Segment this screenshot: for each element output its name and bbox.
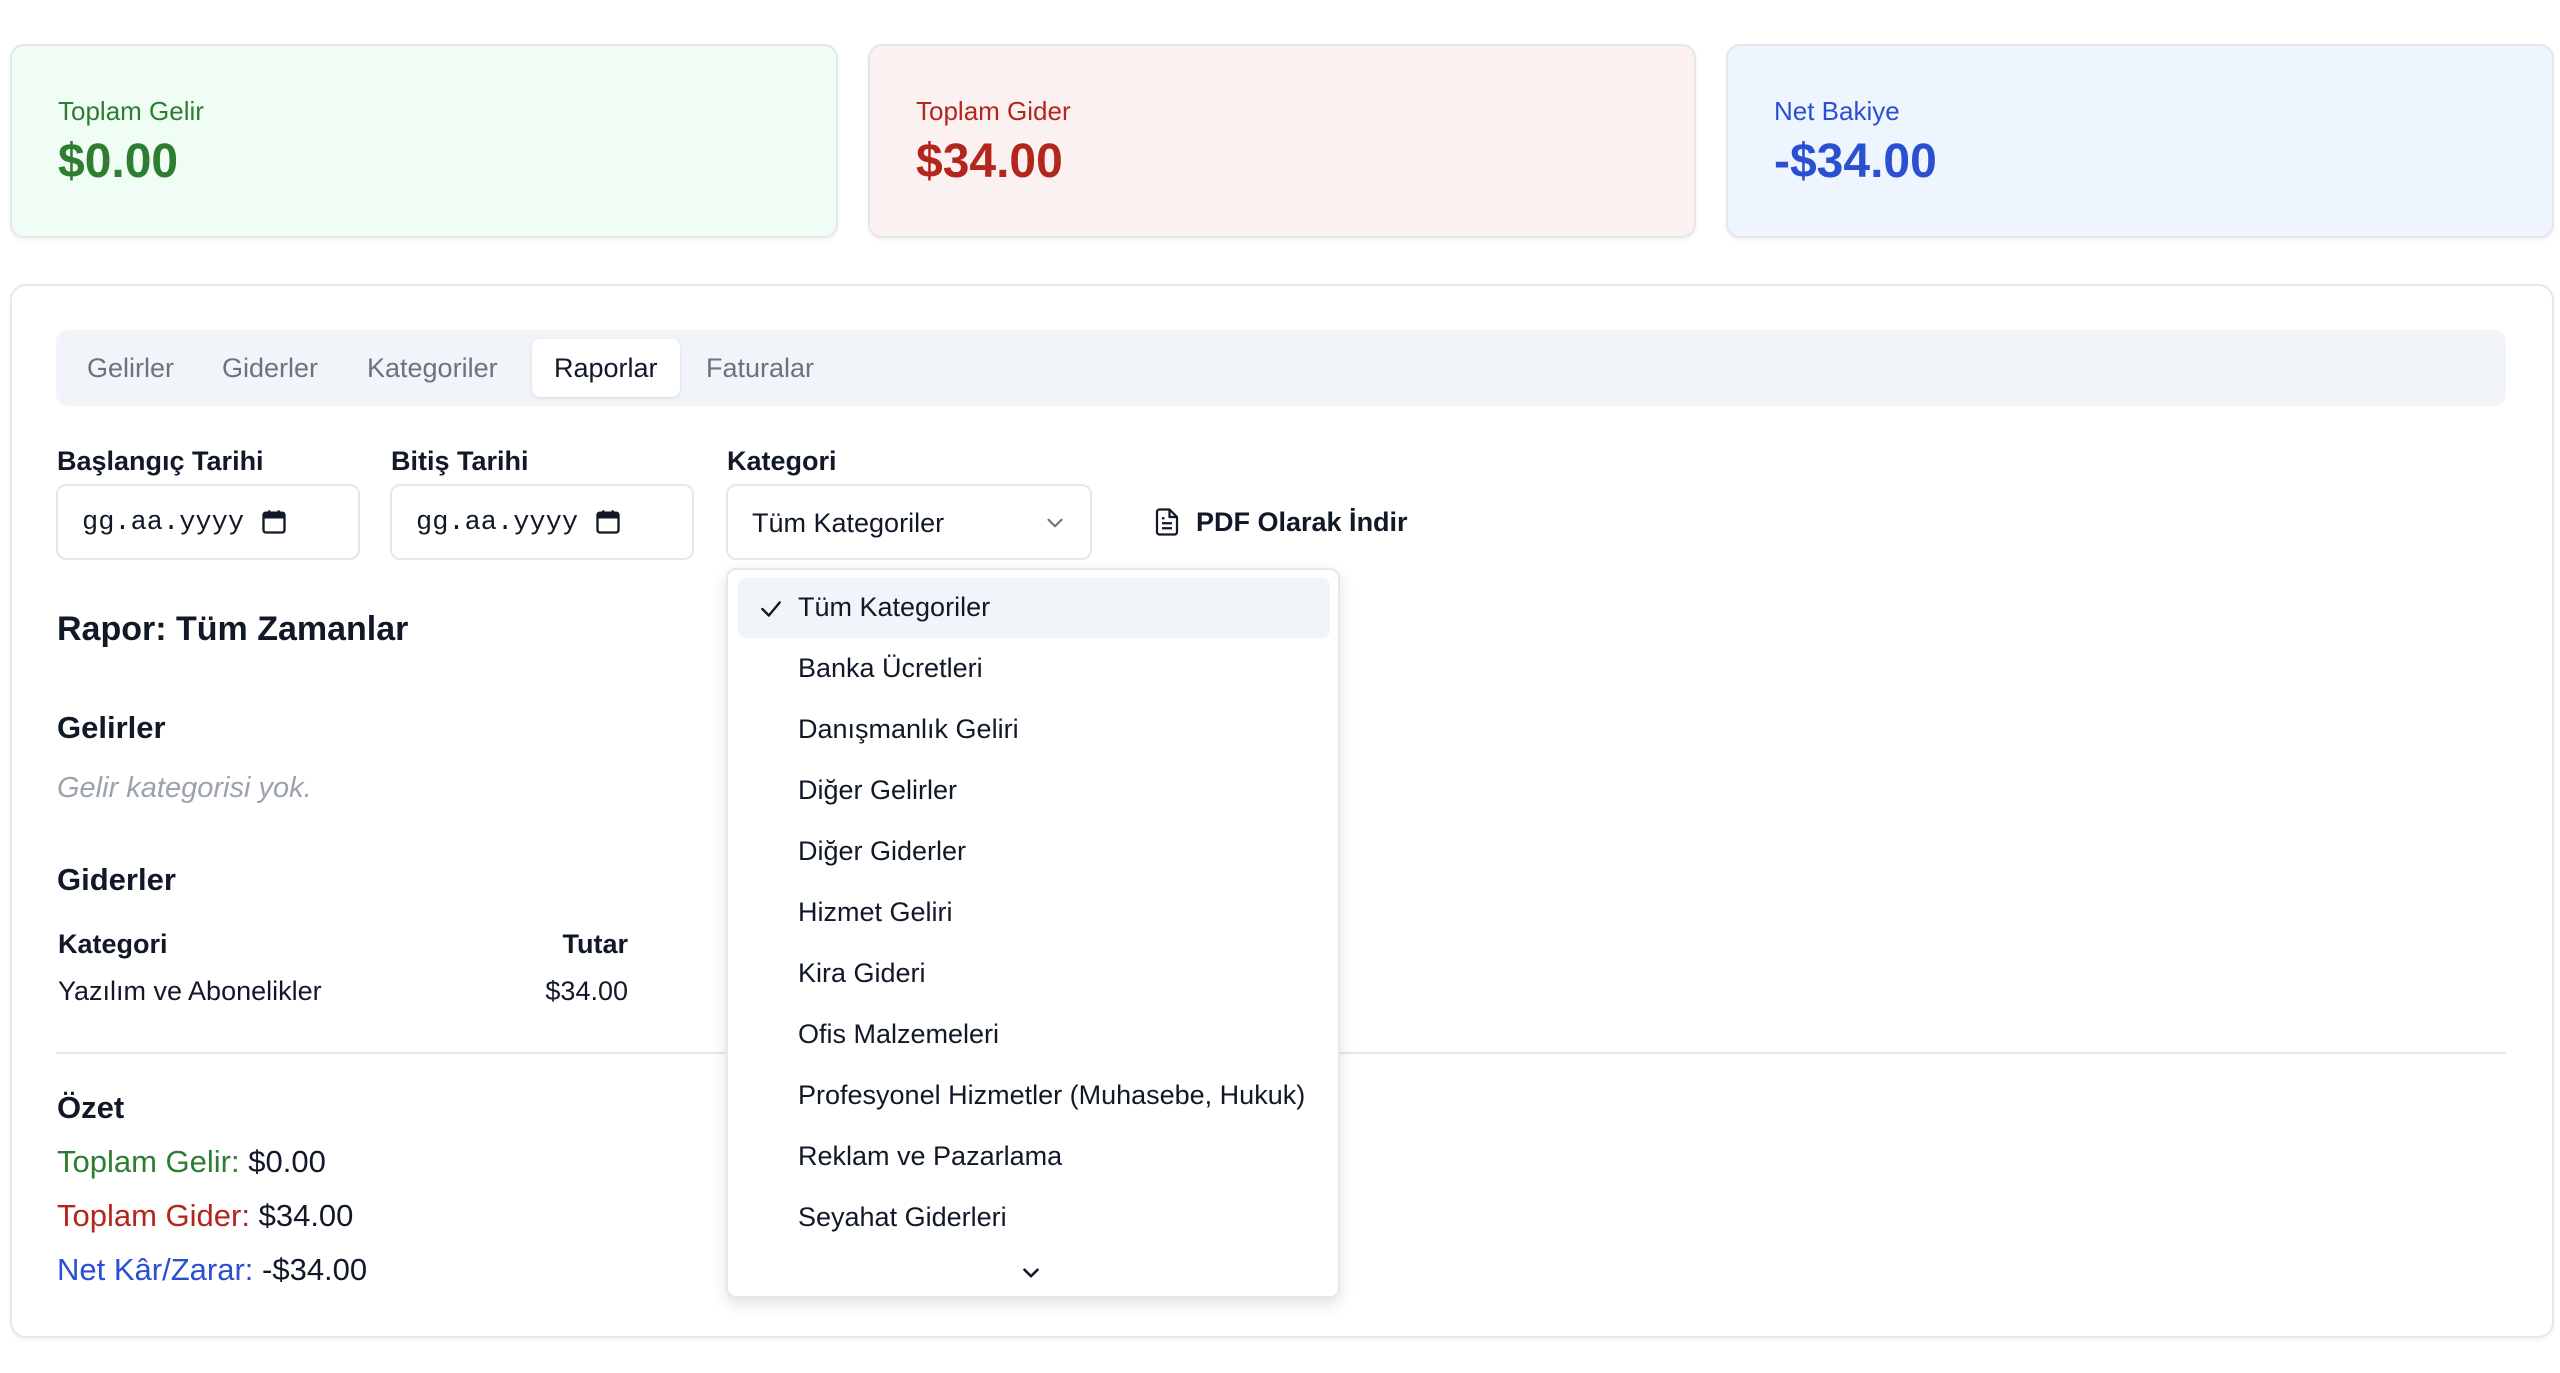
expense-table: Kategori Tutar Yazılım ve Abonelikler $3… — [58, 922, 628, 1016]
start-date-input[interactable]: gg.aa.yyyy — [56, 484, 360, 560]
total-expense-card: Toplam Gider $34.00 — [868, 44, 1696, 238]
total-expense-label: Toplam Gider — [916, 96, 1071, 126]
category-dropdown-menu: Tüm Kategoriler Banka Ücretleri Danışman… — [726, 568, 1340, 1298]
summary-net-key: Net Kâr/Zarar: — [57, 1252, 254, 1287]
income-empty-note: Gelir kategorisi yok. — [57, 772, 312, 804]
summary-heading: Özet — [57, 1090, 125, 1125]
end-date-placeholder: gg.aa.yyyy — [416, 508, 579, 538]
income-section-heading: Gelirler — [57, 710, 166, 745]
dropdown-option-label: Danışmanlık Geliri — [798, 714, 1019, 744]
total-income-label: Toplam Gelir — [58, 96, 204, 126]
dropdown-option[interactable]: Ofis Malzemeleri — [738, 1005, 1330, 1065]
report-title: Rapor: Tüm Zamanlar — [57, 610, 409, 648]
category-select[interactable]: Tüm Kategoriler — [726, 484, 1092, 560]
dropdown-option[interactable]: Diğer Gelirler — [738, 761, 1330, 821]
dropdown-option[interactable]: Reklam ve Pazarlama — [738, 1127, 1330, 1187]
net-balance-card: Net Bakiye -$34.00 — [1726, 44, 2554, 238]
start-date-placeholder: gg.aa.yyyy — [82, 508, 245, 538]
table-row: Yazılım ve Abonelikler $34.00 — [58, 966, 628, 1016]
column-header-amount: Tutar — [562, 928, 629, 959]
dropdown-option[interactable]: Profesyonel Hizmetler (Muhasebe, Hukuk) — [738, 1066, 1330, 1126]
summary-income-line: Toplam Gelir: $0.00 — [57, 1144, 326, 1180]
dropdown-option-label: Diğer Giderler — [798, 836, 967, 866]
net-balance-value: -$34.00 — [1774, 135, 1937, 188]
scroll-down-chevron-icon[interactable] — [1018, 1260, 1044, 1286]
category-select-value: Tüm Kategoriler — [752, 508, 945, 538]
calendar-icon[interactable] — [260, 508, 288, 536]
tab-kategoriler[interactable]: Kategoriler — [345, 339, 520, 397]
total-expense-value: $34.00 — [916, 135, 1063, 188]
summary-expense-key: Toplam Gider: — [57, 1198, 250, 1233]
dropdown-option[interactable]: Diğer Giderler — [738, 822, 1330, 882]
summary-expense-value: $34.00 — [258, 1198, 354, 1233]
table-cell-category: Yazılım ve Abonelikler — [58, 975, 322, 1006]
tab-gelirler[interactable]: Gelirler — [65, 339, 196, 397]
end-date-input[interactable]: gg.aa.yyyy — [390, 484, 694, 560]
download-pdf-label: PDF Olarak İndir — [1196, 506, 1408, 537]
summary-net-value: -$34.00 — [262, 1252, 368, 1287]
dropdown-option-label: Hizmet Geliri — [798, 897, 953, 927]
table-header-row: Kategori Tutar — [58, 922, 628, 966]
tab-faturalar[interactable]: Faturalar — [684, 339, 836, 397]
file-text-icon — [1155, 508, 1179, 536]
dropdown-option[interactable]: Seyahat Giderleri — [738, 1188, 1330, 1248]
total-income-value: $0.00 — [58, 135, 179, 188]
summary-income-key: Toplam Gelir: — [57, 1144, 240, 1179]
dropdown-option-label: Profesyonel Hizmetler (Muhasebe, Hukuk) — [798, 1080, 1306, 1110]
tab-raporlar[interactable]: Raporlar — [532, 339, 680, 397]
dropdown-option-label: Ofis Malzemeleri — [798, 1019, 1000, 1049]
dropdown-option-label: Kira Gideri — [798, 958, 926, 988]
summary-income-value: $0.00 — [248, 1144, 326, 1179]
dropdown-option-label: Banka Ücretleri — [798, 653, 983, 683]
dropdown-option-label: Seyahat Giderleri — [798, 1202, 1007, 1232]
dropdown-option-label: Tüm Kategoriler — [798, 592, 991, 622]
summary-expense-line: Toplam Gider: $34.00 — [57, 1198, 353, 1234]
calendar-icon[interactable] — [594, 508, 622, 536]
category-label: Kategori — [727, 446, 837, 476]
column-header-category: Kategori — [58, 928, 168, 959]
net-balance-label: Net Bakiye — [1774, 96, 1900, 126]
dropdown-option[interactable]: Banka Ücretleri — [738, 639, 1330, 699]
dropdown-option[interactable]: Kira Gideri — [738, 944, 1330, 1004]
dropdown-option[interactable]: Danışmanlık Geliri — [738, 700, 1330, 760]
start-date-label: Başlangıç Tarihi — [57, 446, 264, 476]
dropdown-option-label: Diğer Gelirler — [798, 775, 958, 805]
download-pdf-button[interactable]: PDF Olarak İndir — [1152, 494, 1408, 550]
expense-section-heading: Giderler — [57, 862, 176, 897]
tab-bar: Gelirler Giderler Kategoriler Raporlar F… — [56, 330, 2506, 406]
total-income-card: Toplam Gelir $0.00 — [10, 44, 838, 238]
summary-net-line: Net Kâr/Zarar: -$34.00 — [57, 1252, 367, 1288]
check-icon — [761, 601, 781, 617]
dropdown-option[interactable]: Tüm Kategoriler — [738, 578, 1330, 638]
table-cell-amount: $34.00 — [545, 975, 628, 1006]
end-date-label: Bitiş Tarihi — [391, 446, 529, 476]
dropdown-option-label: Reklam ve Pazarlama — [798, 1141, 1063, 1171]
dropdown-option[interactable]: Hizmet Geliri — [738, 883, 1330, 943]
chevron-down-icon — [1047, 518, 1063, 528]
tab-giderler[interactable]: Giderler — [200, 339, 340, 397]
